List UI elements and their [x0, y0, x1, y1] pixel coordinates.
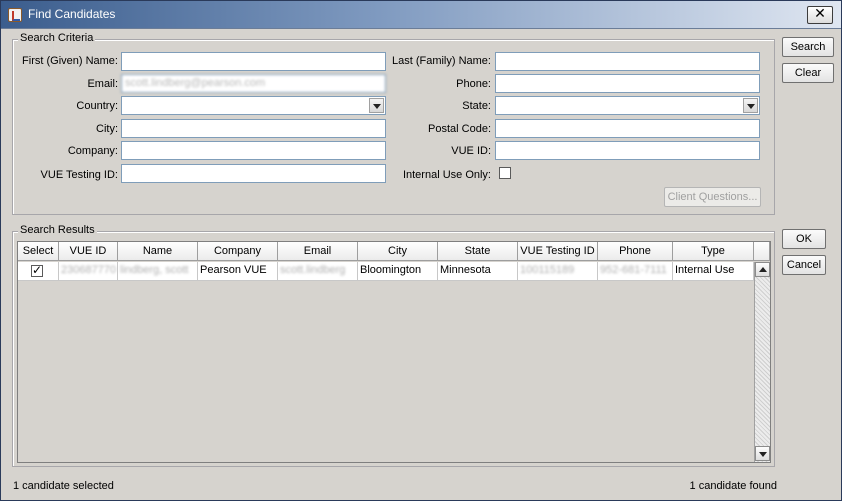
column-header-type[interactable]: Type: [673, 242, 754, 261]
scroll-down-icon[interactable]: [755, 446, 770, 461]
search-results-title: Search Results: [18, 224, 97, 236]
header-corner: [754, 242, 770, 261]
city-cell: Bloomington: [358, 262, 438, 281]
phone-cell: 952-681-7111: [598, 262, 673, 281]
phone-field[interactable]: [495, 74, 760, 93]
column-header-vue-testing-id[interactable]: VUE Testing ID: [518, 242, 598, 261]
vue-testing-id-label: VUE Testing ID:: [40, 169, 118, 181]
chevron-down-icon[interactable]: [369, 98, 384, 113]
column-header-phone[interactable]: Phone: [598, 242, 673, 261]
company-field[interactable]: [121, 141, 386, 160]
results-vertical-scrollbar[interactable]: [754, 262, 770, 462]
search-button[interactable]: Search: [782, 37, 834, 57]
search-criteria-title: Search Criteria: [18, 32, 96, 44]
internal-use-only-checkbox[interactable]: [499, 167, 511, 179]
status-found: 1 candidate found: [689, 480, 777, 492]
clear-button[interactable]: Clear: [782, 63, 834, 83]
city-label: City:: [96, 123, 118, 135]
state-label: State:: [462, 100, 491, 112]
email-label: Email:: [87, 78, 118, 90]
column-header-select[interactable]: Select: [18, 242, 59, 261]
company-cell: Pearson VUE: [198, 262, 278, 281]
city-field[interactable]: [121, 119, 386, 138]
vue-testing-id-cell: 100115189: [518, 262, 598, 281]
name-cell: lindberg, scott: [118, 262, 198, 281]
postal-code-field[interactable]: [495, 119, 760, 138]
postal-code-label: Postal Code:: [428, 123, 491, 135]
last-name-field[interactable]: [495, 52, 760, 71]
java-app-icon: [8, 8, 22, 22]
chevron-down-icon[interactable]: [743, 98, 758, 113]
phone-label: Phone:: [456, 78, 491, 90]
state-select[interactable]: [495, 96, 760, 115]
table-row[interactable]: 230687770 lindberg, scott Pearson VUE sc…: [18, 262, 754, 281]
vue-id-field[interactable]: [495, 141, 760, 160]
close-button[interactable]: ✕: [807, 6, 833, 24]
scroll-up-icon[interactable]: [755, 262, 770, 277]
state-cell: Minnesota: [438, 262, 518, 281]
country-select[interactable]: [121, 96, 386, 115]
client-questions-button[interactable]: Client Questions...: [664, 187, 761, 207]
column-header-name[interactable]: Name: [118, 242, 198, 261]
first-name-label: First (Given) Name:: [22, 55, 118, 67]
vue-id-label: VUE ID:: [451, 145, 491, 157]
table-header: Select VUE ID Name Company Email City St…: [18, 242, 770, 262]
email-cell: scott.lindberg: [278, 262, 358, 281]
window-title: Find Candidates: [28, 7, 116, 21]
internal-use-only-label: Internal Use Only:: [402, 169, 491, 181]
last-name-label: Last (Family) Name:: [391, 55, 491, 67]
company-label: Company:: [67, 145, 118, 157]
column-header-vue-id[interactable]: VUE ID: [59, 242, 118, 261]
type-cell: Internal Use: [673, 262, 754, 281]
row-select-checkbox[interactable]: [31, 263, 43, 277]
cancel-button[interactable]: Cancel: [782, 255, 826, 275]
select-cell[interactable]: [18, 262, 59, 281]
country-label: Country:: [76, 100, 118, 112]
column-header-email[interactable]: Email: [278, 242, 358, 261]
find-candidates-dialog: Find Candidates ✕ Search Criteria First …: [0, 0, 842, 501]
results-table: Select VUE ID Name Company Email City St…: [17, 241, 771, 463]
first-name-field[interactable]: [121, 52, 386, 71]
vue-id-cell: 230687770: [59, 262, 118, 281]
vue-testing-id-field[interactable]: [121, 164, 386, 183]
column-header-city[interactable]: City: [358, 242, 438, 261]
title-bar[interactable]: Find Candidates ✕: [1, 1, 841, 29]
column-header-company[interactable]: Company: [198, 242, 278, 261]
status-selected: 1 candidate selected: [13, 480, 114, 492]
column-header-state[interactable]: State: [438, 242, 518, 261]
ok-button[interactable]: OK: [782, 229, 826, 249]
email-field[interactable]: scott.lindberg@pearson.com: [121, 74, 386, 93]
